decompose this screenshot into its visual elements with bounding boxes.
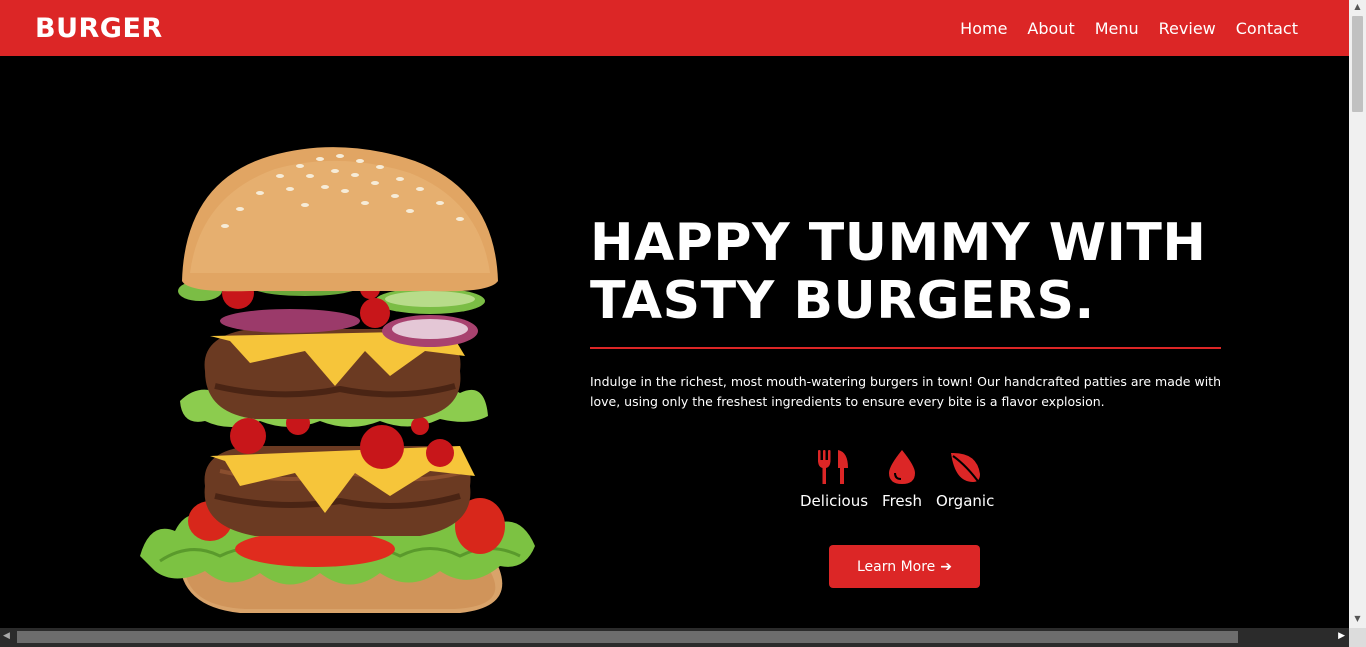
droplet-icon xyxy=(889,450,915,484)
feature-label-fresh: Fresh xyxy=(882,492,922,510)
learn-more-button[interactable]: Learn More ➔ xyxy=(829,545,980,588)
page: BURGER Home About Menu Review Contact HA… xyxy=(0,0,1366,647)
feature-label-organic: Organic xyxy=(935,492,995,510)
vertical-scroll-thumb[interactable] xyxy=(1352,16,1363,112)
headline-divider xyxy=(590,347,1221,349)
nav-link-home[interactable]: Home xyxy=(960,19,1007,38)
feature-delicious: Delicious xyxy=(800,448,868,510)
horizontal-scrollbar[interactable]: ◀ ▶ xyxy=(0,628,1349,647)
scroll-up-icon[interactable]: ▲ xyxy=(1349,2,1366,14)
utensils-icon xyxy=(818,450,849,484)
scroll-right-icon[interactable]: ▶ xyxy=(1338,631,1345,641)
hero-headline: HAPPY TUMMY WITH TASTY BURGERS. xyxy=(590,214,1250,330)
nav-link-review[interactable]: Review xyxy=(1159,19,1216,38)
hero-section: HAPPY TUMMY WITH TASTY BURGERS. Indulge … xyxy=(0,56,1349,628)
feature-label-delicious: Delicious xyxy=(800,492,869,510)
feature-fresh: Fresh xyxy=(882,448,922,510)
nav-link-contact[interactable]: Contact xyxy=(1236,19,1298,38)
navbar: BURGER Home About Menu Review Contact xyxy=(0,0,1349,56)
headline-line-2: TASTY BURGERS. xyxy=(590,271,1095,331)
vertical-scrollbar[interactable]: ▲ ▼ xyxy=(1349,0,1366,628)
scroll-down-icon[interactable]: ▼ xyxy=(1349,614,1366,626)
scrollbar-corner xyxy=(1349,628,1366,647)
burger-image xyxy=(140,147,535,613)
arrow-right-icon: ➔ xyxy=(940,558,953,575)
nav-link-about[interactable]: About xyxy=(1027,19,1074,38)
headline-line-1: HAPPY TUMMY WITH xyxy=(590,213,1207,273)
learn-more-label: Learn More xyxy=(856,558,936,575)
feature-list: Delicious Fresh Organic xyxy=(800,448,994,510)
horizontal-scroll-thumb[interactable] xyxy=(17,631,1238,643)
feature-organic: Organic xyxy=(936,448,994,510)
brand-logo[interactable]: BURGER xyxy=(35,13,163,44)
hero-description: Indulge in the richest, most mouth-water… xyxy=(590,374,1221,409)
scroll-left-icon[interactable]: ◀ xyxy=(3,631,10,641)
nav-links: Home About Menu Review Contact xyxy=(940,19,1298,38)
leaf-icon xyxy=(951,452,981,485)
nav-link-menu[interactable]: Menu xyxy=(1095,19,1139,38)
